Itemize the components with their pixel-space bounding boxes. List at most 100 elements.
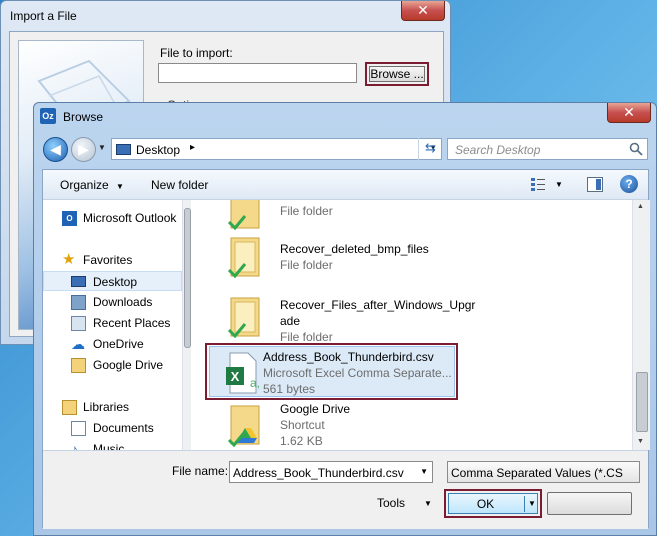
browse-button-highlight: Browse ... [365,62,429,86]
search-icon [629,142,643,156]
outlook-icon: O [62,211,77,226]
folder-icon [227,297,260,339]
organize-label: Organize [60,178,109,192]
breadcrumb-arrow-icon[interactable]: ▸ [190,142,195,153]
navigation-scrollbar[interactable] [182,200,191,450]
file-type: File folder [280,330,333,344]
sidebar-item-label: Microsoft Outlook [83,211,177,225]
desktop-icon [71,276,86,287]
list-item[interactable]: Google Drive Shortcut 1.62 KB [212,402,637,450]
desktop-icon [116,144,131,155]
sidebar-item-label: Downloads [93,295,153,309]
file-list: File folder Recover_deleted_bmp_files Fi… [192,200,650,450]
preview-pane-icon[interactable] [587,177,603,192]
new-folder-button[interactable]: New folder [151,178,208,192]
command-bar: Organize ▼ New folder ▼ ? [43,170,648,200]
file-name: Recover_Files_after_Windows_Upgr [280,298,476,312]
google-drive-icon [71,358,86,373]
sidebar-item-libraries[interactable]: Libraries [43,397,182,417]
recent-pages-dropdown-icon[interactable]: ▼ [98,143,106,152]
sidebar-item-desktop[interactable]: Desktop [43,271,182,291]
list-item[interactable]: Recover_deleted_bmp_files File folder [212,236,637,282]
import-dialog-close-button[interactable]: ✕ [401,1,445,21]
file-name: Google Drive [280,402,351,416]
browse-content: Organize ▼ New folder ▼ ? O Microsoft Ou… [42,169,650,529]
navigation-scroll-thumb[interactable] [184,208,191,348]
file-list-scrollbar[interactable]: ▲ ▼ [632,200,650,450]
file-type: Shortcut [280,418,325,432]
tools-dropdown-icon[interactable]: ▼ [424,499,432,508]
refresh-button[interactable]: ⇆ [418,138,442,160]
chevron-down-icon[interactable]: ▼ [528,499,536,508]
file-name-continued: ade [280,314,301,328]
import-dialog-title: Import a File [10,9,77,23]
browse-dialog: Oz Browse ✕ ◀ ▶ ▼ Desktop ▸ ▼ ⇆ Search D… [33,102,657,536]
libraries-icon [62,400,77,415]
view-options-dropdown-icon[interactable]: ▼ [555,180,563,189]
file-to-import-label: File to import: [160,46,233,60]
refresh-icon: ⇆ [425,140,436,155]
dialog-footer: File name: Address_Book_Thunderbird.csv … [43,450,648,529]
music-icon: ♪ [71,441,78,450]
sidebar-item-label: Desktop [93,275,138,289]
google-drive-shortcut-icon [227,405,260,448]
sidebar-item-label: Libraries [83,400,130,414]
forward-button[interactable]: ▶ [71,137,96,162]
onedrive-icon: ☁ [71,336,85,352]
sidebar-item-microsoft-outlook[interactable]: O Microsoft Outlook [43,208,182,228]
sidebar-item-label: OneDrive [93,337,144,351]
address-path-desktop[interactable]: Desktop [136,143,180,157]
scroll-up-icon[interactable]: ▲ [637,203,644,210]
file-type-value: Comma Separated Values (*.CS [451,466,623,480]
sidebar-item-recent-places[interactable]: Recent Places [43,313,182,333]
tools-button[interactable]: Tools [377,496,405,510]
file-to-import-input[interactable] [158,63,357,83]
organize-button[interactable]: Organize ▼ [60,178,124,192]
search-input[interactable]: Search Desktop [447,138,648,160]
outlook-app-icon: Oz [40,108,56,124]
browse-button[interactable]: Browse ... [369,66,425,82]
help-icon[interactable]: ? [620,175,638,193]
chevron-down-icon: ▼ [116,182,124,191]
back-button[interactable]: ◀ [43,137,68,162]
browse-close-button[interactable]: ✕ [607,103,651,123]
split-divider [524,496,525,512]
list-item[interactable]: File folder [212,200,637,231]
file-type: File folder [280,258,333,272]
sidebar-item-onedrive[interactable]: ☁ OneDrive [43,334,182,354]
cancel-button[interactable] [547,492,632,515]
selected-file-highlight [205,343,458,400]
sidebar-item-label: Music [93,442,125,450]
sidebar-item-music[interactable]: ♪ Music [43,439,182,450]
sidebar-item-label: Documents [93,421,154,435]
sidebar-item-favorites[interactable]: ★ Favorites [43,250,182,270]
ok-button-highlight: OK ▼ [444,489,542,518]
folder-icon [227,237,260,279]
recent-places-icon [71,316,86,331]
folder-icon [227,200,260,231]
list-item[interactable]: Recover_Files_after_Windows_Upgr ade Fil… [212,290,637,346]
sidebar-item-documents[interactable]: Documents [43,418,182,438]
documents-icon [71,421,86,436]
file-size: 1.62 KB [280,434,323,448]
star-icon: ★ [62,251,76,268]
search-placeholder: Search Desktop [455,143,541,157]
ok-button[interactable]: OK ▼ [448,493,538,514]
file-name-input[interactable]: Address_Book_Thunderbird.csv ▼ [229,461,433,483]
address-bar[interactable]: Desktop ▸ ▼ [111,138,442,160]
sidebar-item-downloads[interactable]: Downloads [43,292,182,312]
browse-titlebar: Oz Browse ✕ [34,103,656,131]
scroll-down-icon[interactable]: ▼ [637,438,644,445]
sidebar-item-label: Google Drive [93,358,164,372]
browse-dialog-title: Browse [63,110,104,124]
navigation-pane: O Microsoft Outlook ★ Favorites Desktop … [43,200,191,450]
chevron-down-icon[interactable]: ▼ [420,467,428,476]
file-name: Recover_deleted_bmp_files [280,242,429,256]
file-list-scroll-thumb[interactable] [636,372,648,432]
file-type: File folder [280,204,333,218]
file-name-label: File name: [172,464,229,478]
sidebar-item-google-drive[interactable]: Google Drive [43,355,182,375]
sidebar-item-label: Recent Places [93,316,171,330]
ok-label: OK [476,497,495,511]
file-type-select[interactable]: Comma Separated Values (*.CS [447,461,640,483]
